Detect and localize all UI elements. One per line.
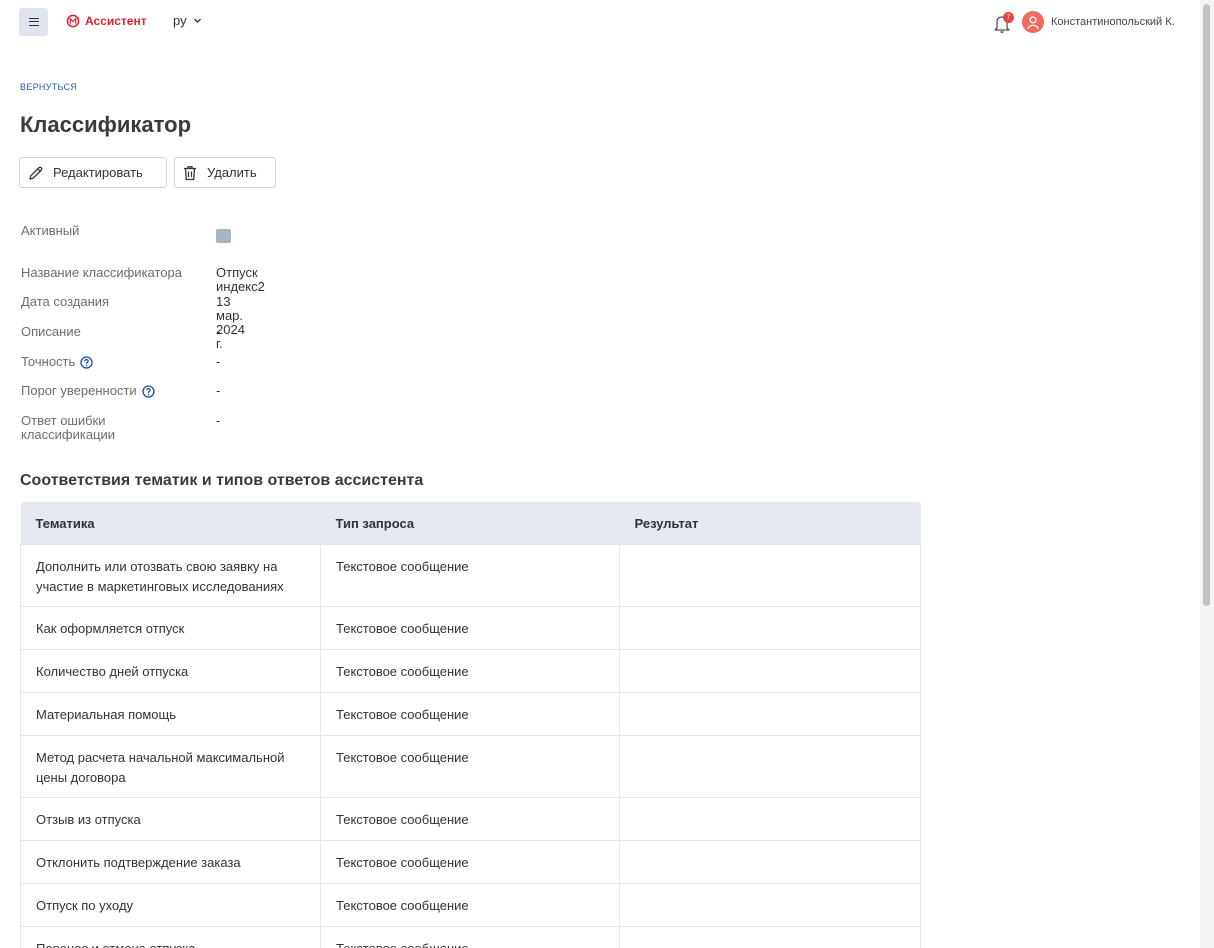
- notifications-button[interactable]: 7: [992, 12, 1014, 34]
- cell-result: [619, 649, 921, 693]
- cell-topic: Дополнить или отозвать свою заявку на уч…: [20, 544, 321, 607]
- threshold-value: -: [216, 383, 221, 398]
- chevron-down-icon: [193, 18, 201, 23]
- active-checkbox[interactable]: [216, 229, 231, 243]
- delete-button[interactable]: Удалить: [174, 157, 276, 188]
- back-link[interactable]: ВЕРНУТЬСЯ: [20, 82, 77, 92]
- threshold-label-text: Порог уверенности: [21, 383, 137, 398]
- cell-topic: Материальная помощь: [20, 692, 321, 736]
- table-row[interactable]: Отклонить подтверждение заказа Текстовое…: [20, 840, 921, 884]
- cell-result: [619, 544, 921, 607]
- cell-topic: Отпуск по уходу: [20, 883, 321, 927]
- accuracy-label: Точность: [21, 355, 201, 369]
- cell-result: [619, 926, 921, 948]
- notification-badge: 7: [1003, 12, 1014, 23]
- scrollbar-thumb[interactable]: [1203, 4, 1210, 606]
- created-label: Дата создания: [21, 295, 201, 309]
- scrollbar[interactable]: [1200, 0, 1214, 948]
- table-row[interactable]: Отзыв из отпуска Текстовое сообщение: [20, 797, 921, 841]
- cell-result: [619, 735, 921, 798]
- column-header-type: Тип запроса: [320, 502, 620, 545]
- cell-topic: Метод расчета начальной максимальной цен…: [20, 735, 321, 798]
- avatar[interactable]: [1022, 11, 1044, 33]
- cell-type: Текстовое сообщение: [320, 735, 620, 798]
- active-label: Активный: [21, 224, 201, 238]
- column-header-result: Результат: [619, 502, 921, 545]
- edit-button[interactable]: Редактировать: [19, 157, 167, 188]
- description-label: Описание: [21, 325, 201, 339]
- cell-type: Текстовое сообщение: [320, 606, 620, 650]
- cell-type: Текстовое сообщение: [320, 649, 620, 693]
- pencil-icon: [29, 166, 43, 180]
- cell-topic: Перенос и отмена отпуска: [20, 926, 321, 948]
- table-row[interactable]: Метод расчета начальной максимальной цен…: [20, 735, 921, 798]
- top-bar: Ассистент ру 7 Константинопольский К.: [0, 0, 1200, 44]
- hamburger-icon: [28, 18, 39, 26]
- section-title: Соответствия тематик и типов ответов асс…: [20, 472, 424, 489]
- edit-button-label: Редактировать: [53, 165, 143, 180]
- cell-topic: Как оформляется отпуск: [20, 606, 321, 650]
- cell-result: [619, 692, 921, 736]
- threshold-label: Порог уверенности: [21, 384, 201, 398]
- cell-type: Текстовое сообщение: [320, 797, 620, 841]
- trash-icon: [184, 165, 196, 180]
- created-value: 13 мар. 2024 г.: [216, 294, 245, 351]
- cell-topic: Количество дней отпуска: [20, 649, 321, 693]
- cell-type: Текстовое сообщение: [320, 883, 620, 927]
- table-row[interactable]: Как оформляется отпуск Текстовое сообщен…: [20, 606, 921, 650]
- name-value: Отпуск индекс2: [216, 265, 265, 294]
- description-label-text: Описание: [21, 324, 81, 339]
- delete-button-label: Удалить: [207, 165, 257, 180]
- cell-result: [619, 883, 921, 927]
- cell-type: Текстовое сообщение: [320, 926, 620, 948]
- page-title: Классификатор: [20, 112, 192, 137]
- cell-topic: Отзыв из отпуска: [20, 797, 321, 841]
- error-answer-value: -: [216, 413, 221, 428]
- brand-name: Ассистент: [85, 14, 147, 28]
- cell-result: [619, 797, 921, 841]
- accuracy-value: -: [216, 354, 221, 369]
- column-header-topic: Тематика: [20, 502, 321, 545]
- created-label-text: Дата создания: [21, 294, 110, 309]
- user-icon: [1027, 16, 1039, 29]
- table-row[interactable]: Перенос и отмена отпуска Текстовое сообщ…: [20, 926, 921, 948]
- cell-result: [619, 606, 921, 650]
- description-value: -: [216, 324, 221, 339]
- cell-type: Текстовое сообщение: [320, 840, 620, 884]
- error-answer-label: Ответ ошибки классификации: [21, 414, 141, 442]
- cell-type: Текстовое сообщение: [320, 544, 620, 607]
- cell-topic: Отклонить подтверждение заказа: [20, 840, 321, 884]
- page: Ассистент ру 7 Константинопольский К. ВЕ…: [0, 0, 1214, 948]
- table-row[interactable]: Количество дней отпуска Текстовое сообще…: [20, 649, 921, 693]
- table-header-row: Тематика Тип запроса Результат: [20, 502, 921, 545]
- user-name[interactable]: Константинопольский К.: [1051, 16, 1175, 28]
- language-label: ру: [173, 13, 187, 28]
- name-label: Название классификатора: [21, 266, 201, 280]
- brand-logo[interactable]: Ассистент: [66, 14, 147, 28]
- active-label-text: Активный: [21, 223, 80, 238]
- cell-result: [619, 840, 921, 884]
- language-selector[interactable]: ру: [173, 13, 202, 28]
- name-label-text: Название классификатора: [21, 265, 182, 280]
- error-answer-label-text: Ответ ошибки классификации: [21, 413, 116, 442]
- assistant-logo-icon: [66, 14, 80, 28]
- menu-button[interactable]: [19, 8, 48, 36]
- cell-type: Текстовое сообщение: [320, 692, 620, 736]
- table-row[interactable]: Дополнить или отозвать свою заявку на уч…: [20, 544, 921, 607]
- help-icon[interactable]: [80, 355, 93, 369]
- table-row[interactable]: Отпуск по уходу Текстовое сообщение: [20, 883, 921, 927]
- help-icon[interactable]: [142, 384, 155, 398]
- topics-table: Тематика Тип запроса Результат Дополнить…: [20, 502, 921, 948]
- table-row[interactable]: Материальная помощь Текстовое сообщение: [20, 692, 921, 736]
- accuracy-label-text: Точность: [21, 354, 76, 369]
